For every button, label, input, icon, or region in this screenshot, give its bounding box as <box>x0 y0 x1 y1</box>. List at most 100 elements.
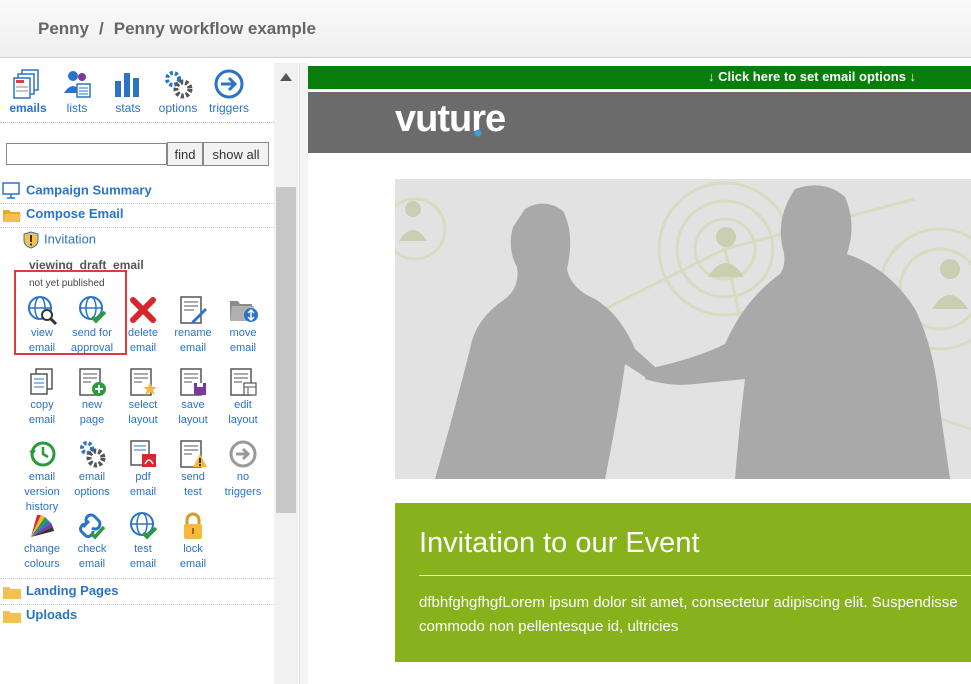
vuture-logo: vuture <box>395 98 506 141</box>
nav-emails[interactable]: emails <box>3 69 53 115</box>
move-email-button[interactable]: move email <box>218 295 268 355</box>
breadcrumb-account[interactable]: Penny <box>38 19 89 38</box>
send-test-icon <box>180 440 207 468</box>
nav-options[interactable]: options <box>153 69 203 115</box>
find-button[interactable]: find <box>167 142 203 166</box>
breadcrumb-campaign[interactable]: Penny workflow example <box>114 19 316 38</box>
version-history-icon <box>29 441 56 467</box>
edit-layout-icon <box>230 368 257 396</box>
edit-layout-label-1: edit <box>234 399 252 411</box>
tree-compose-email-label: Compose Email <box>26 206 124 221</box>
sidebar-top-nav: emails lists stats options triggers <box>0 63 274 123</box>
tree-campaign-summary-label: Campaign Summary <box>26 182 152 198</box>
no-triggers-button[interactable]: no triggers <box>218 439 268 499</box>
edit-layout-label-2: layout <box>228 414 258 426</box>
test-email-label-1: test <box>134 543 152 555</box>
rename-email-label-2: email <box>179 342 207 354</box>
options-gear-icon <box>165 71 193 99</box>
app-header: Penny / Penny workflow example <box>0 0 971 58</box>
check-email-label-1: check <box>77 543 107 555</box>
tree-divider <box>0 227 274 228</box>
change-colours-label-2: colours <box>24 558 60 570</box>
search-input[interactable] <box>6 143 167 165</box>
emails-icon <box>13 69 39 99</box>
nav-lists[interactable]: lists <box>52 69 102 115</box>
new-page-label-2: page <box>79 414 105 426</box>
event-body-line-2: commodo non pellentesque id, ultricies <box>419 618 679 635</box>
tree-landing-pages[interactable]: Landing Pages <box>2 583 118 600</box>
show-all-button[interactable]: show all <box>203 142 269 166</box>
nav-stats[interactable]: stats <box>103 69 153 115</box>
tree-campaign-summary[interactable]: Campaign Summary <box>2 182 152 200</box>
email-preview: ↓ Click here to set email options ↓ vutu… <box>308 66 971 684</box>
test-email-button[interactable]: test email <box>118 511 168 571</box>
business-people-illustration <box>395 179 971 479</box>
breadcrumb-separator: / <box>99 19 104 38</box>
select-layout-icon <box>130 368 157 396</box>
email-options-bar[interactable]: ↓ Click here to set email options ↓ <box>308 66 971 89</box>
move-email-label-1: move <box>229 327 257 339</box>
email-options-link[interactable]: ↓ Click here to set email options ↓ <box>708 69 916 84</box>
version-history-label-2: version <box>24 486 60 498</box>
sidebar-content: emails lists stats options triggers find… <box>0 63 274 684</box>
send-test-label-1: send <box>181 471 205 483</box>
pdf-icon <box>130 440 156 467</box>
tree-invitation[interactable]: Invitation <box>22 231 96 249</box>
select-layout-label-1: select <box>128 399 158 411</box>
check-email-button[interactable]: check email <box>67 511 117 571</box>
version-history-label-1: email <box>28 471 56 483</box>
tree-divider <box>0 578 274 579</box>
tree-uploads[interactable]: Uploads <box>2 607 77 624</box>
nav-stats-label: stats <box>115 101 141 115</box>
scroll-up-arrow-icon[interactable] <box>280 73 292 81</box>
select-layout-button[interactable]: select layout <box>118 367 168 427</box>
nav-triggers-label: triggers <box>208 101 249 115</box>
folder-open-icon <box>3 209 21 222</box>
rename-email-button[interactable]: rename email <box>168 295 218 355</box>
send-test-label-2: test <box>184 486 202 498</box>
pdf-email-button[interactable]: pdf email <box>118 439 168 499</box>
new-page-button[interactable]: new page <box>67 367 117 427</box>
breadcrumb: Penny / Penny workflow example <box>38 19 316 39</box>
event-invitation-panel: Invitation to our Event dfbhfghgfhgfLore… <box>395 503 971 662</box>
logo-dot-icon <box>474 129 482 137</box>
lock-icon <box>184 512 202 539</box>
save-layout-icon <box>180 368 206 396</box>
no-triggers-icon <box>229 440 257 468</box>
logo-text: vuture <box>395 98 506 140</box>
colour-palette-icon <box>31 515 54 537</box>
change-colours-button[interactable]: change colours <box>17 511 67 571</box>
event-body-text: dfbhfghgfhgfLorem ipsum dolor sit amet, … <box>419 591 971 639</box>
no-triggers-label-2: triggers <box>224 486 262 498</box>
event-title: Invitation to our Event <box>419 527 700 559</box>
lock-email-button[interactable]: lock email <box>168 511 218 571</box>
panel-divider <box>300 63 308 684</box>
tree-divider <box>0 203 274 204</box>
copy-email-button[interactable]: copy email <box>17 367 67 427</box>
triggers-arrow-icon <box>214 69 244 99</box>
pdf-email-label-1: pdf <box>135 471 151 483</box>
pdf-email-label-2: email <box>129 486 157 498</box>
scrollbar-thumb[interactable] <box>276 187 296 513</box>
test-email-label-2: email <box>129 558 157 570</box>
move-email-label-2: email <box>229 342 257 354</box>
folder-icon <box>3 610 21 623</box>
nav-triggers[interactable]: triggers <box>204 69 254 115</box>
shield-warning-icon <box>23 231 39 249</box>
tree-uploads-label: Uploads <box>26 607 78 622</box>
save-layout-button[interactable]: save layout <box>168 367 218 427</box>
email-version-history-button[interactable]: email version history <box>17 439 67 514</box>
tree-compose-email[interactable]: Compose Email <box>2 206 124 223</box>
edit-layout-button[interactable]: edit layout <box>218 367 268 427</box>
select-layout-label-2: layout <box>128 414 158 426</box>
email-options-button[interactable]: email options <box>67 439 117 499</box>
nav-emails-label: emails <box>9 101 47 115</box>
send-test-button[interactable]: send test <box>168 439 218 499</box>
test-email-icon <box>130 512 158 540</box>
check-email-label-2: email <box>78 558 106 570</box>
rename-icon <box>180 296 207 324</box>
nav-options-label: options <box>158 101 198 115</box>
sidebar-scrollbar[interactable] <box>274 63 298 684</box>
highlight-annotation <box>14 270 127 355</box>
lists-icon <box>64 71 91 98</box>
